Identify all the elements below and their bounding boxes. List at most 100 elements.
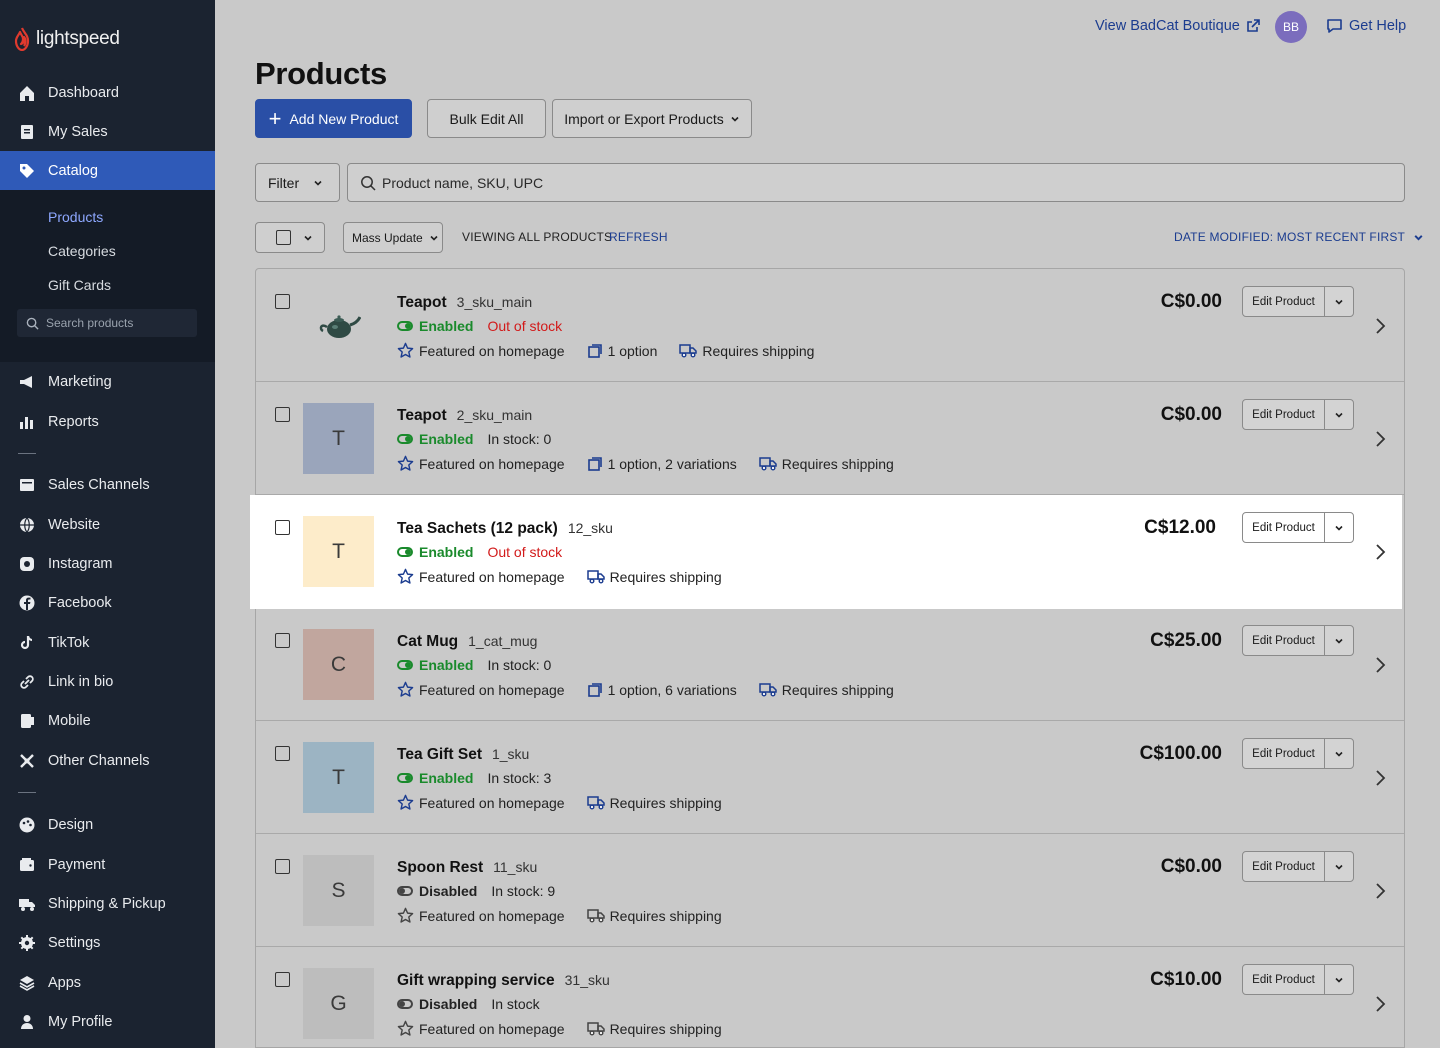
edit-product-dropdown[interactable] xyxy=(1325,513,1353,542)
sidebar-item-tiktok[interactable]: TikTok xyxy=(0,623,215,662)
chevron-right-icon[interactable] xyxy=(1374,543,1386,561)
refresh-link[interactable]: REFRESH xyxy=(609,230,668,244)
sidebar-item-settings[interactable]: Settings xyxy=(0,923,215,962)
product-name[interactable]: Teapot xyxy=(397,294,447,311)
product-name-line[interactable]: Teapot 2_sku_main xyxy=(397,407,532,425)
brand-logo[interactable]: lightspeed xyxy=(14,26,120,52)
product-name[interactable]: Tea Gift Set xyxy=(397,746,482,763)
edit-product-button[interactable]: Edit Product xyxy=(1243,513,1325,542)
product-name-line[interactable]: Teapot 3_sku_main xyxy=(397,294,532,312)
view-store-link[interactable]: View BadCat Boutique xyxy=(1095,18,1260,34)
table-row[interactable]: T Tea Sachets (12 pack) 12_sku Enabled Out o… xyxy=(250,495,1402,609)
featured-label: Featured on homepage xyxy=(419,342,565,359)
product-thumbnail[interactable]: T xyxy=(303,403,374,474)
sidebar-item-sales-channels[interactable]: Sales Channels xyxy=(0,465,215,504)
bulk-edit-button[interactable]: Bulk Edit All xyxy=(427,99,546,138)
table-row[interactable]: G Gift wrapping service 31_sku Disabled In s… xyxy=(256,947,1404,1048)
edit-product-button[interactable]: Edit Product xyxy=(1243,965,1325,994)
row-checkbox[interactable] xyxy=(275,294,290,309)
edit-product-button[interactable]: Edit Product xyxy=(1243,852,1325,881)
sidebar-item-link-in-bio[interactable]: Link in bio xyxy=(0,662,215,701)
sidebar-search[interactable]: Search products xyxy=(17,309,197,337)
product-name-line[interactable]: Spoon Rest 11_sku xyxy=(397,859,537,877)
table-row[interactable]: S Spoon Rest 11_sku Disabled In stock: 9 Feat… xyxy=(256,834,1404,947)
edit-product-dropdown[interactable] xyxy=(1325,287,1353,316)
product-search[interactable] xyxy=(347,163,1405,202)
product-thumbnail[interactable]: T xyxy=(303,742,374,813)
edit-product-dropdown[interactable] xyxy=(1325,626,1353,655)
table-row[interactable]: Teapot 3_sku_main Enabled Out of stock Featu… xyxy=(256,269,1404,382)
mass-update-dropdown[interactable]: Mass Update xyxy=(343,222,443,253)
chevron-right-icon[interactable] xyxy=(1374,882,1386,900)
product-name[interactable]: Cat Mug xyxy=(397,633,458,650)
chevron-down-icon xyxy=(1335,751,1343,757)
edit-product-dropdown[interactable] xyxy=(1325,852,1353,881)
product-name-line[interactable]: Gift wrapping service 31_sku xyxy=(397,972,610,990)
sidebar-item-my-sales[interactable]: My Sales xyxy=(0,112,215,151)
chevron-right-icon[interactable] xyxy=(1374,995,1386,1013)
sidebar-item-reports[interactable]: Reports xyxy=(0,402,215,441)
product-name-line[interactable]: Tea Gift Set 1_sku xyxy=(397,746,529,764)
table-row[interactable]: T Tea Gift Set 1_sku Enabled In stock: 3 Feat… xyxy=(256,721,1404,834)
sidebar-sub-products[interactable]: Products xyxy=(48,209,103,225)
edit-product-group: Edit Product xyxy=(1242,964,1354,995)
flame-icon xyxy=(14,27,30,51)
user-icon xyxy=(18,1013,36,1031)
product-name-line[interactable]: Tea Sachets (12 pack) 12_sku xyxy=(397,520,613,538)
product-name[interactable]: Tea Sachets (12 pack) xyxy=(397,520,558,537)
sidebar-item-shipping-pickup[interactable]: Shipping & Pickup xyxy=(0,884,215,923)
product-thumbnail[interactable]: G xyxy=(303,968,374,1039)
sidebar-item-mobile[interactable]: Mobile xyxy=(0,701,215,740)
sort-dropdown[interactable]: DATE MODIFIED: MOST RECENT FIRST xyxy=(1174,230,1424,244)
edit-product-button[interactable]: Edit Product xyxy=(1243,739,1325,768)
product-name[interactable]: Gift wrapping service xyxy=(397,972,555,989)
row-checkbox[interactable] xyxy=(275,972,290,987)
import-export-button[interactable]: Import or Export Products xyxy=(552,99,752,138)
avatar[interactable]: BB xyxy=(1275,11,1307,43)
row-checkbox[interactable] xyxy=(275,633,290,648)
product-thumbnail[interactable]: C xyxy=(303,629,374,700)
add-new-product-button[interactable]: + Add New Product xyxy=(255,99,412,138)
product-thumbnail[interactable] xyxy=(303,290,374,361)
table-row[interactable]: T Teapot 2_sku_main Enabled In stock: 0 Featu… xyxy=(256,382,1404,495)
sidebar-item-marketing[interactable]: Marketing xyxy=(0,362,215,401)
product-search-input[interactable] xyxy=(382,174,1282,191)
row-checkbox[interactable] xyxy=(275,746,290,761)
sidebar-sub-categories[interactable]: Categories xyxy=(48,243,116,259)
table-row[interactable]: C Cat Mug 1_cat_mug Enabled In stock: 0 Featu… xyxy=(256,608,1404,721)
get-help-link[interactable]: Get Help xyxy=(1326,18,1406,34)
edit-product-button[interactable]: Edit Product xyxy=(1243,287,1325,316)
sidebar-item-dashboard[interactable]: Dashboard xyxy=(0,73,215,112)
sidebar-item-other-channels[interactable]: Other Channels xyxy=(0,741,215,780)
sidebar-item-catalog[interactable]: Catalog xyxy=(0,151,215,190)
product-name-line[interactable]: Cat Mug 1_cat_mug xyxy=(397,633,537,651)
sidebar-item-design[interactable]: Design xyxy=(0,805,215,844)
sidebar-item-apps[interactable]: Apps xyxy=(0,963,215,1002)
sidebar-sub-gift-cards[interactable]: Gift Cards xyxy=(48,277,111,293)
edit-product-dropdown[interactable] xyxy=(1325,400,1353,429)
shipping-truck-icon xyxy=(759,457,777,471)
row-checkbox[interactable] xyxy=(275,520,290,535)
edit-product-button[interactable]: Edit Product xyxy=(1243,400,1325,429)
filter-button[interactable]: Filter xyxy=(255,163,340,202)
product-thumbnail[interactable]: T xyxy=(303,516,374,587)
sidebar-item-website[interactable]: Website xyxy=(0,505,215,544)
row-checkbox[interactable] xyxy=(275,407,290,422)
sidebar-item-instagram[interactable]: Instagram xyxy=(0,544,215,583)
sidebar-item-payment[interactable]: Payment xyxy=(0,845,215,884)
product-name[interactable]: Teapot xyxy=(397,407,447,424)
sidebar-item-facebook[interactable]: Facebook xyxy=(0,583,215,622)
select-all-dropdown[interactable] xyxy=(255,222,325,253)
row-checkbox[interactable] xyxy=(275,859,290,874)
product-name[interactable]: Spoon Rest xyxy=(397,859,483,876)
edit-product-dropdown[interactable] xyxy=(1325,965,1353,994)
chevron-right-icon[interactable] xyxy=(1374,317,1386,335)
chevron-right-icon[interactable] xyxy=(1374,430,1386,448)
chevron-right-icon[interactable] xyxy=(1374,769,1386,787)
edit-product-dropdown[interactable] xyxy=(1325,739,1353,768)
select-all-checkbox[interactable] xyxy=(276,230,291,245)
sidebar-item-my-profile[interactable]: My Profile xyxy=(0,1002,215,1041)
chevron-right-icon[interactable] xyxy=(1374,656,1386,674)
product-thumbnail[interactable]: S xyxy=(303,855,374,926)
edit-product-button[interactable]: Edit Product xyxy=(1243,626,1325,655)
